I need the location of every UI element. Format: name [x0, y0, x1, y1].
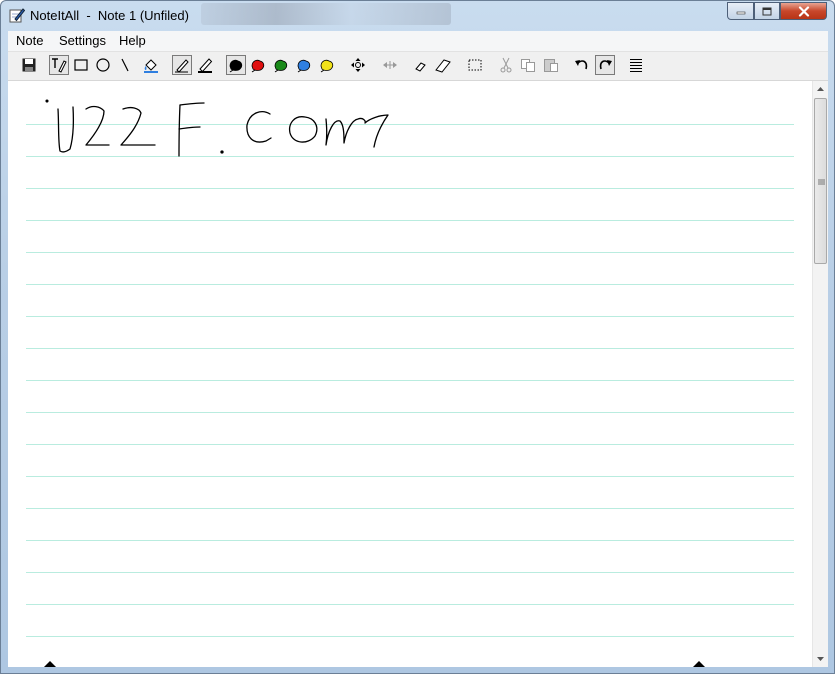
cut-icon [500, 57, 512, 73]
paste-button[interactable] [541, 55, 561, 75]
color-black-button[interactable] [226, 55, 246, 75]
redo-button[interactable] [595, 55, 615, 75]
save-icon [22, 58, 36, 72]
pen-thin-button[interactable] [172, 55, 192, 75]
select-icon [468, 59, 482, 71]
color-red-icon [251, 59, 265, 73]
undo-button[interactable] [572, 55, 592, 75]
eraser-large-icon [435, 59, 451, 73]
move-icon [351, 58, 365, 72]
text-pen-icon [52, 58, 67, 73]
rectangle-icon [74, 59, 88, 71]
close-icon [798, 5, 809, 17]
eraser-large-button[interactable] [433, 55, 453, 75]
pen-thick-button[interactable] [195, 55, 215, 75]
app-window: NoteItAll - Note 1 (Unfiled) Note Settin… [0, 0, 835, 674]
client-area: Note Settings Help [8, 31, 828, 667]
maximize-icon [762, 7, 772, 15]
color-green-icon [274, 59, 288, 73]
undo-icon [575, 60, 588, 70]
menu-bar: Note Settings Help [8, 31, 828, 52]
eraser-small-icon [415, 62, 426, 72]
color-yellow-icon [320, 59, 334, 73]
background-blur [201, 3, 451, 25]
pen-thin-icon [175, 59, 189, 73]
line-button[interactable] [115, 55, 135, 75]
chevron-down-icon [817, 657, 824, 661]
chevron-up-icon [817, 87, 824, 91]
eraser-small-button[interactable] [411, 55, 431, 75]
text-pen-button[interactable] [49, 55, 69, 75]
minimize-icon [736, 11, 745, 15]
lines-button[interactable] [626, 55, 646, 75]
menu-note[interactable]: Note [16, 33, 43, 48]
scroll-down-button[interactable] [813, 651, 828, 667]
select-button[interactable] [465, 55, 485, 75]
redo-icon [599, 60, 612, 70]
app-icon [9, 8, 25, 23]
resize-button[interactable] [380, 55, 400, 75]
note-canvas[interactable] [8, 81, 812, 667]
lines-icon [630, 59, 642, 72]
fill-bucket-icon [144, 59, 158, 73]
menu-settings[interactable]: Settings [59, 33, 106, 48]
handwritten-ink [45, 99, 389, 157]
close-button[interactable] [780, 2, 827, 20]
title-separator: - [79, 8, 98, 23]
grip-icon [818, 179, 825, 185]
paste-icon [544, 59, 558, 72]
save-button[interactable] [19, 55, 39, 75]
cut-button[interactable] [496, 55, 516, 75]
app-name: NoteItAll [30, 8, 80, 23]
toolbar [8, 52, 828, 81]
color-black-icon [229, 59, 243, 73]
scroll-up-button[interactable] [813, 81, 828, 97]
right-margin-marker-icon[interactable] [693, 661, 705, 667]
line-icon [121, 58, 129, 72]
maximize-button[interactable] [754, 2, 780, 20]
minimize-button[interactable] [727, 2, 754, 20]
vertical-scrollbar[interactable] [812, 81, 828, 667]
color-green-button[interactable] [271, 55, 291, 75]
window-title: NoteItAll - Note 1 (Unfiled) [30, 8, 189, 23]
pen-thick-icon [198, 58, 213, 73]
color-blue-icon [297, 59, 311, 73]
menu-help[interactable]: Help [119, 33, 146, 48]
circle-icon [96, 58, 110, 72]
title-bar[interactable]: NoteItAll - Note 1 (Unfiled) [1, 1, 834, 31]
left-margin-marker-icon[interactable] [44, 661, 56, 667]
resize-icon [383, 61, 397, 69]
copy-icon [521, 59, 535, 72]
move-button[interactable] [348, 55, 368, 75]
color-red-button[interactable] [248, 55, 268, 75]
circle-button[interactable] [93, 55, 113, 75]
note-name: Note 1 (Unfiled) [97, 8, 189, 23]
scroll-thumb[interactable] [814, 98, 827, 264]
rectangle-button[interactable] [71, 55, 91, 75]
copy-button[interactable] [518, 55, 538, 75]
color-yellow-button[interactable] [317, 55, 337, 75]
fill-bucket-button[interactable] [141, 55, 161, 75]
color-blue-button[interactable] [294, 55, 314, 75]
